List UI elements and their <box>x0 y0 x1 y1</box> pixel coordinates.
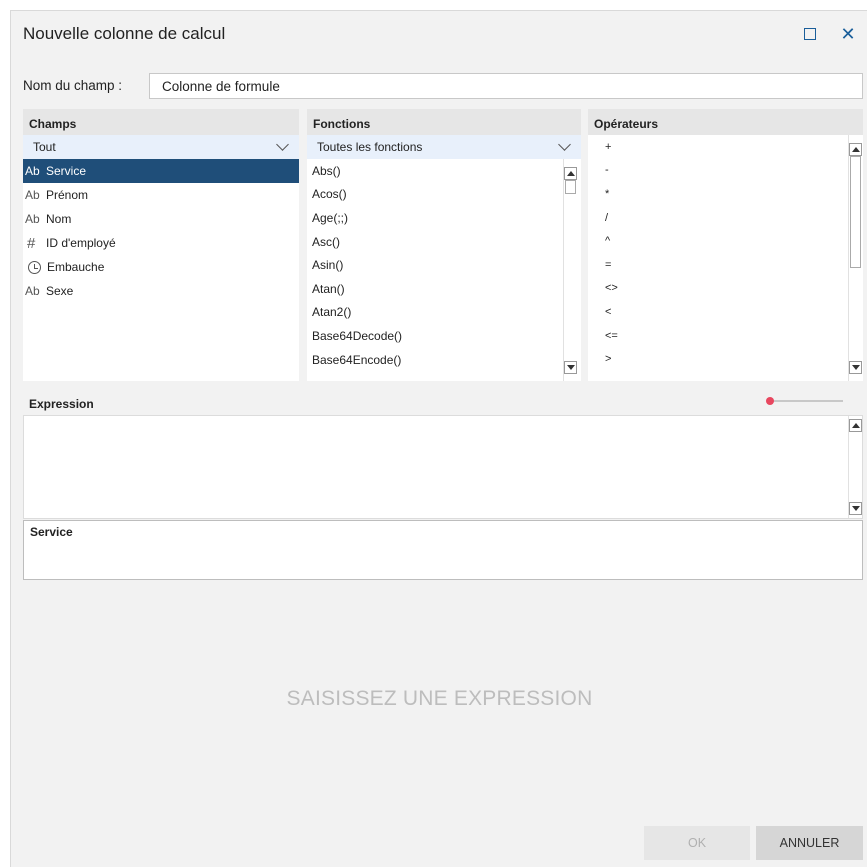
cancel-button[interactable]: ANNULER <box>756 826 863 860</box>
selected-item-info: Service <box>23 520 863 580</box>
function-item[interactable]: Asc() <box>307 230 563 254</box>
function-item[interactable]: Asin() <box>307 253 563 277</box>
function-item[interactable]: Base64Encode() <box>307 348 563 372</box>
slider-knob[interactable] <box>766 397 774 405</box>
field-item-service[interactable]: Ab Service <box>23 159 299 183</box>
operators-panel: Opérateurs + - * / ^ = <> < <= > <box>588 109 863 381</box>
functions-filter-select[interactable]: Toutes les fonctions <box>307 135 581 159</box>
chevron-down-icon <box>276 138 289 151</box>
field-item-sexe[interactable]: Ab Sexe <box>23 279 299 303</box>
close-button[interactable]: ✕ <box>837 23 859 45</box>
arrow-up-icon <box>851 423 860 428</box>
empty-expression-message: SAISISSEZ UNE EXPRESSION <box>286 687 593 710</box>
close-icon: ✕ <box>840 24 856 44</box>
field-item-label: Prénom <box>46 188 89 202</box>
ok-button[interactable]: OK <box>644 826 750 860</box>
expression-header: Expression <box>29 397 94 411</box>
function-item[interactable]: Acos() <box>307 183 563 207</box>
functions-panel: Fonctions Toutes les fonctions Abs() Aco… <box>307 109 581 381</box>
arrow-down-icon <box>851 506 860 511</box>
field-name-label: Nom du champ : <box>23 78 123 93</box>
field-name-input[interactable] <box>149 73 863 99</box>
title-bar: Nouvelle colonne de calcul ✕ <box>11 11 867 57</box>
maximize-button[interactable] <box>799 23 821 45</box>
fields-filter-value: Tout <box>33 140 56 154</box>
scroll-down-button[interactable] <box>564 361 577 374</box>
function-item[interactable]: Age(;;) <box>307 206 563 230</box>
scroll-up-button[interactable] <box>564 167 577 180</box>
arrow-up-icon <box>566 171 575 176</box>
arrow-down-icon <box>566 365 575 370</box>
dialog-title: Nouvelle colonne de calcul <box>23 24 226 43</box>
calc-column-dialog: Nouvelle colonne de calcul ✕ Nom du cham… <box>10 10 867 867</box>
functions-header: Fonctions <box>307 109 581 135</box>
field-item-label: Nom <box>46 212 72 226</box>
fields-filter-select[interactable]: Tout <box>23 135 299 159</box>
function-item[interactable]: Abs() <box>307 159 563 183</box>
selected-item-title: Service <box>30 525 73 539</box>
operator-item[interactable]: <= <box>588 324 848 348</box>
function-item[interactable]: Atan() <box>307 277 563 301</box>
fields-header: Champs <box>23 109 299 135</box>
expression-input[interactable] <box>28 420 842 514</box>
field-item-id-employe[interactable]: # ID d'employé <box>23 231 299 255</box>
operators-scrollbar[interactable] <box>848 135 862 381</box>
field-item-nom[interactable]: Ab Nom <box>23 207 299 231</box>
function-item[interactable]: Atan2() <box>307 301 563 325</box>
field-item-prenom[interactable]: Ab Prénom <box>23 183 299 207</box>
operator-item[interactable]: = <box>588 253 848 277</box>
scroll-down-button[interactable] <box>849 502 862 515</box>
functions-filter-value: Toutes les fonctions <box>317 140 423 154</box>
arrow-up-icon <box>851 147 860 152</box>
functions-scrollbar[interactable] <box>563 159 577 381</box>
field-item-label: Service <box>46 164 87 178</box>
chevron-down-icon <box>558 138 571 151</box>
field-item-embauche[interactable]: Embauche <box>23 255 299 279</box>
function-item[interactable]: Base64Decode() <box>307 324 563 348</box>
operator-item[interactable]: - <box>588 159 848 183</box>
field-item-label: ID d'employé <box>46 236 116 250</box>
operator-item[interactable]: < <box>588 300 848 324</box>
slider-track <box>770 400 843 402</box>
operators-list: + - * / ^ = <> < <= > <box>588 135 848 381</box>
text-type-icon: Ab <box>25 164 40 178</box>
operator-item[interactable]: <> <box>588 277 848 301</box>
scroll-down-button[interactable] <box>849 361 862 374</box>
expression-editor <box>23 415 863 519</box>
font-size-slider[interactable] <box>766 397 843 405</box>
text-type-icon: Ab <box>25 212 40 226</box>
scroll-up-button[interactable] <box>849 143 862 156</box>
field-name-row: Nom du champ : <box>23 73 863 99</box>
fields-panel: Champs Tout Ab Service Ab Prénom Ab Nom … <box>23 109 299 381</box>
text-type-icon: Ab <box>25 188 40 202</box>
operator-item[interactable]: > <box>588 347 848 371</box>
clock-icon <box>28 260 41 274</box>
operator-item[interactable]: * <box>588 182 848 206</box>
expression-scrollbar[interactable] <box>848 416 862 518</box>
operator-item[interactable]: / <box>588 206 848 230</box>
maximize-icon <box>804 28 816 40</box>
fields-list: Ab Service Ab Prénom Ab Nom # ID d'emplo… <box>23 159 299 303</box>
functions-list: Abs() Acos() Age(;;) Asc() Asin() Atan()… <box>307 159 563 381</box>
number-type-icon: # <box>27 234 36 252</box>
operators-header: Opérateurs <box>588 109 863 135</box>
field-item-label: Embauche <box>47 260 105 274</box>
scroll-up-button[interactable] <box>849 419 862 432</box>
arrow-down-icon <box>851 365 860 370</box>
text-type-icon: Ab <box>25 284 40 298</box>
field-item-label: Sexe <box>46 284 74 298</box>
scroll-thumb[interactable] <box>565 180 576 194</box>
scroll-thumb[interactable] <box>850 156 861 268</box>
operator-item[interactable]: ^ <box>588 229 848 253</box>
operator-item[interactable]: + <box>588 135 848 159</box>
